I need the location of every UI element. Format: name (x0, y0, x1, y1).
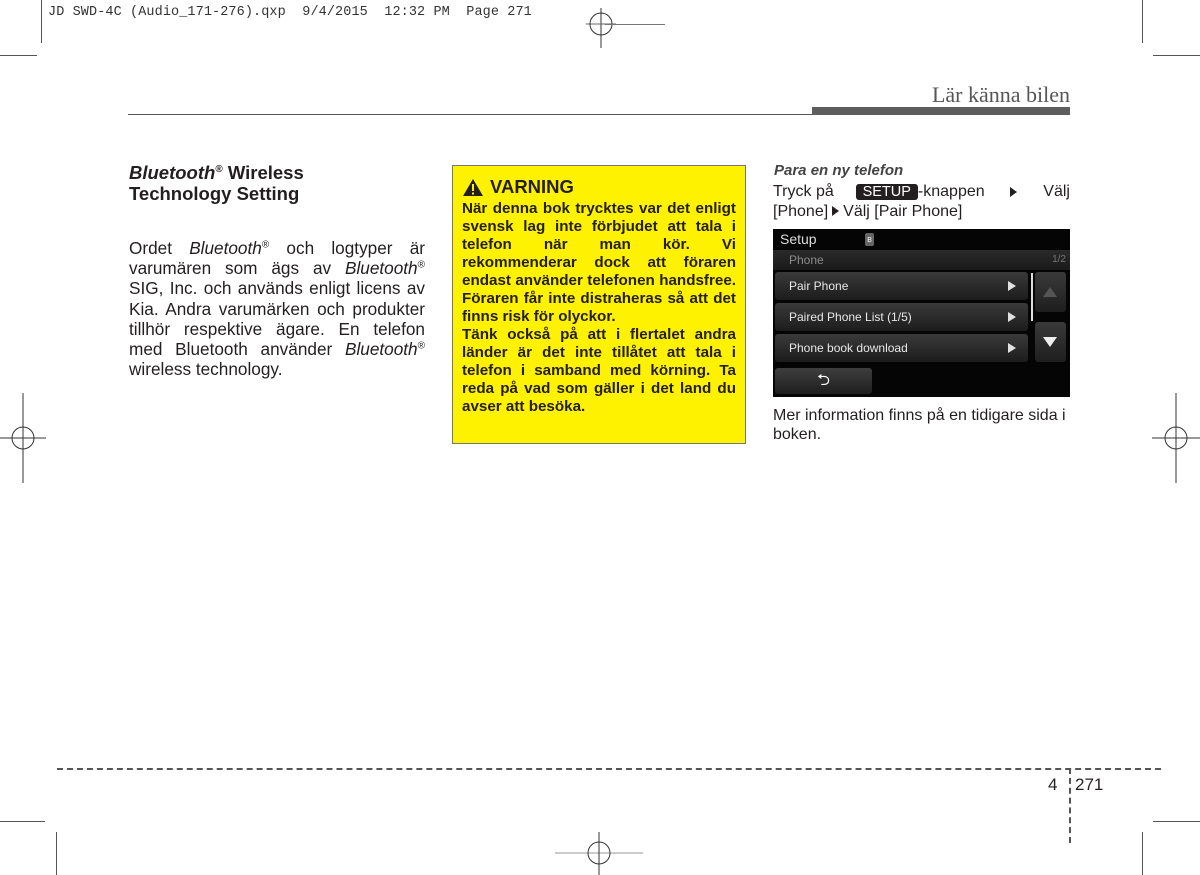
play-arrow-icon (1008, 312, 1016, 322)
crop-mark (0, 55, 37, 56)
chapter-number: 4 (1048, 775, 1058, 794)
menu-item-pair-phone[interactable]: Pair Phone (775, 272, 1028, 300)
instruction-line-1: Tryck på SETUP -knappen Välj (773, 182, 1070, 202)
registration-mark-icon (586, 8, 616, 48)
para-text: Ordet (129, 238, 190, 258)
setup-screen-illustration: Setup ʙ Phone 1/2 Pair Phone Paired Phon… (773, 229, 1070, 397)
warning-para-2: Tänk också på att i flertalet andra länd… (462, 326, 736, 415)
registration-mark-icon (0, 393, 46, 483)
instruction-line-2: [Phone] Välj [Pair Phone] (773, 202, 1070, 222)
setup-key-group: SETUP -knappen (855, 182, 985, 202)
warning-title-text: VARNING (490, 176, 574, 197)
crop-mark (1142, 0, 1143, 43)
warning-title: VARNING (462, 176, 736, 198)
chevron-up-icon (1043, 287, 1057, 297)
warning-para-1: När denna bok trycktes var det enligt sv… (462, 200, 736, 325)
section-title: Lär känna bilen (931, 82, 1070, 107)
screen-title: Setup (780, 231, 817, 247)
crop-mark (1142, 832, 1143, 875)
scroll-up-button[interactable] (1035, 272, 1066, 312)
crop-mark (1153, 821, 1200, 822)
subheading: Para en ny telefon (774, 162, 904, 179)
page-indicator: 1/2 (1052, 254, 1066, 265)
registered-mark: ® (215, 163, 223, 175)
crop-mark (56, 832, 57, 875)
more-info-text: Mer information finns på en tidigare sid… (773, 407, 1066, 443)
instruction-text: Tryck på (773, 183, 834, 200)
bluetooth-icon: ʙ (865, 233, 874, 246)
screen-subtitle: Phone (789, 253, 824, 267)
menu-item-label: Paired Phone List (1/5) (789, 310, 912, 324)
back-button[interactable]: ⮌ (775, 368, 872, 394)
heading-bluetooth: Bluetooth (129, 162, 216, 183)
play-arrow-icon (1008, 343, 1016, 353)
menu-item-phone-book-download[interactable]: Phone book download (775, 334, 1028, 362)
page-number: 271 (1075, 775, 1104, 794)
instruction-text: Välj (1043, 183, 1070, 200)
scroll-down-button[interactable] (1035, 322, 1066, 362)
crop-mark (1153, 55, 1200, 56)
menu-item-label: Pair Phone (789, 279, 849, 293)
para-text: wireless technology. (129, 359, 283, 380)
setup-key: SETUP (855, 184, 918, 200)
warning-triangle-icon (463, 178, 483, 196)
body-paragraph: Ordet Bluetooth® och logtyper är varumär… (129, 238, 425, 379)
crop-mark (41, 0, 42, 43)
header-rule (128, 114, 812, 115)
instruction-text: -knappen (917, 183, 985, 200)
header-rule-thick (812, 107, 1070, 115)
back-arrow-icon: ⮌ (817, 372, 830, 389)
instruction-text: [Phone] (773, 202, 829, 220)
heading-wireless: Wireless (222, 162, 304, 183)
heading-line2: Technology Setting (129, 183, 300, 204)
chevron-down-icon (1043, 337, 1057, 347)
para-bluetooth: Bluetooth (189, 238, 262, 258)
menu-item-label: Phone book download (789, 341, 908, 355)
crop-mark (605, 24, 665, 25)
footer-rule (57, 768, 1161, 770)
registered-mark: ® (417, 340, 425, 352)
play-arrow-icon (1008, 281, 1016, 291)
para-bluetooth: Bluetooth (344, 258, 418, 279)
para-bluetooth: Bluetooth (344, 339, 418, 360)
screen-subtitle-bar: Phone 1/2 (773, 250, 1070, 270)
menu-item-paired-phone-list[interactable]: Paired Phone List (1/5) (775, 303, 1028, 331)
footer-divider (1069, 768, 1071, 843)
registration-mark-icon (555, 832, 643, 875)
scrollbar[interactable] (1031, 273, 1033, 321)
warning-box: VARNING När denna bok trycktes var det e… (452, 165, 746, 444)
arrow-right-icon (832, 206, 840, 217)
instruction-text: Välj [Pair Phone] (843, 202, 963, 220)
crop-mark (0, 821, 45, 822)
print-slug: JD SWD-4C (Audio_171-276).qxp 9/4/2015 1… (48, 5, 532, 20)
arrow-right-icon (1010, 186, 1018, 197)
warning-body: När denna bok trycktes var det enligt sv… (462, 200, 736, 416)
registration-mark-icon (1152, 393, 1200, 483)
instruction: Tryck på SETUP -knappen Välj [Phone] Välj … (773, 182, 1070, 221)
registered-mark: ® (417, 259, 425, 271)
section-heading: Bluetooth® Wireless Technology Setting (129, 162, 429, 204)
